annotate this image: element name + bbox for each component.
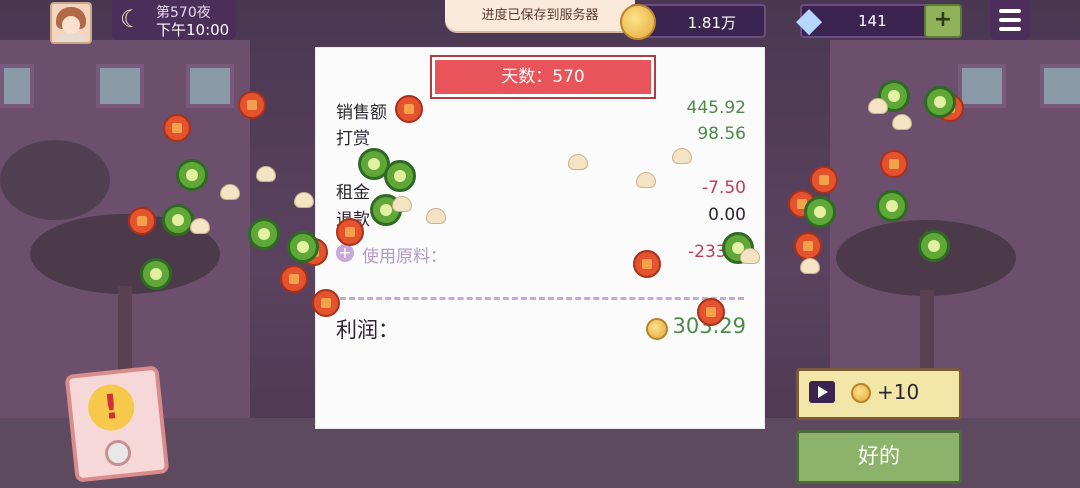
hamburger-menu-icon[interactable] (990, 0, 1030, 40)
receipt-divider (340, 297, 744, 300)
moon-icon: ☾ (120, 5, 142, 33)
jalapeno-slice (384, 160, 416, 192)
tomato-slice (794, 232, 822, 260)
jalapeno-slice (804, 196, 836, 228)
sales-label: 销售额 (336, 103, 387, 123)
clock-time: 下午10:00 (156, 21, 230, 39)
refund-value: 0.00 (708, 205, 746, 225)
garlic-clove (868, 98, 888, 114)
tomato-slice (163, 114, 191, 142)
ad-reward-amount: +10 (877, 380, 920, 404)
garlic-clove (892, 114, 912, 130)
jalapeno-slice (140, 258, 172, 290)
garlic-clove (220, 184, 240, 200)
garlic-clove (740, 248, 760, 264)
profit-row: 利润： 303.29 (336, 314, 746, 344)
alert-toggle-dot (103, 438, 133, 468)
garlic-clove (392, 196, 412, 212)
garlic-clove (636, 172, 656, 188)
garlic-clove (568, 154, 588, 170)
exclamation-icon: ! (85, 382, 137, 433)
tomato-slice (312, 289, 340, 317)
ingredients-row[interactable]: 使用原料： -233. (336, 242, 746, 267)
sales-value: 445.92 (686, 98, 746, 118)
tips-value: 98.56 (697, 124, 746, 144)
day-ribbon: 天数：570 (430, 55, 656, 99)
tomato-slice (633, 250, 661, 278)
tomato-slice (395, 95, 423, 123)
alert-card-button[interactable]: ! (64, 365, 170, 483)
profit-label: 利润： (336, 318, 399, 342)
garlic-clove (800, 258, 820, 274)
rent-value: -7.50 (702, 178, 746, 198)
window (958, 64, 1006, 108)
garlic-clove (672, 148, 692, 164)
garlic-clove (190, 218, 210, 234)
tomato-slice (128, 207, 156, 235)
coin-icon (646, 318, 668, 340)
window (0, 64, 34, 108)
tips-label: 打赏 (336, 129, 370, 149)
add-gems-button[interactable]: + (924, 4, 962, 38)
ingredients-label: 使用原料： (362, 247, 447, 267)
garlic-clove (294, 192, 314, 208)
vine (0, 140, 110, 220)
tomato-slice (280, 265, 308, 293)
tomato-slice (336, 218, 364, 246)
coin-icon (620, 4, 656, 40)
jalapeno-slice (924, 86, 956, 118)
jalapeno-slice (176, 159, 208, 191)
tomato-slice (697, 298, 725, 326)
garlic-clove (256, 166, 276, 182)
ok-button[interactable]: 好的 (796, 430, 962, 484)
video-play-icon (809, 381, 835, 403)
player-avatar[interactable] (50, 2, 92, 44)
rent-label: 租金 (336, 183, 370, 203)
tomato-slice (810, 166, 838, 194)
jalapeno-slice (248, 218, 280, 250)
window (1040, 64, 1080, 108)
jalapeno-slice (876, 190, 908, 222)
jalapeno-slice (287, 231, 319, 263)
jalapeno-slice (918, 230, 950, 262)
garlic-clove (426, 208, 446, 224)
save-toast: 进度已保存到服务器 (445, 0, 635, 31)
diamond-icon: ◆ (796, 0, 823, 40)
night-time-panel: ☾ 第570夜 下午10:00 (112, 0, 236, 40)
window (186, 64, 234, 108)
coin-balance: 1.81万 (620, 4, 766, 40)
receipt-torn-edge (316, 404, 764, 426)
gem-balance: ◆ 141 + (796, 2, 962, 38)
jalapeno-slice (162, 204, 194, 236)
tomato-slice (238, 91, 266, 119)
gem-amount: 141 (858, 12, 887, 30)
tips-row: 打赏 98.56 (336, 124, 746, 149)
tomato-slice (880, 150, 908, 178)
coin-amount: 1.81万 (687, 14, 736, 32)
coin-icon (851, 383, 871, 403)
watch-ad-reward-button[interactable]: +10 (796, 368, 962, 420)
window (96, 64, 144, 108)
